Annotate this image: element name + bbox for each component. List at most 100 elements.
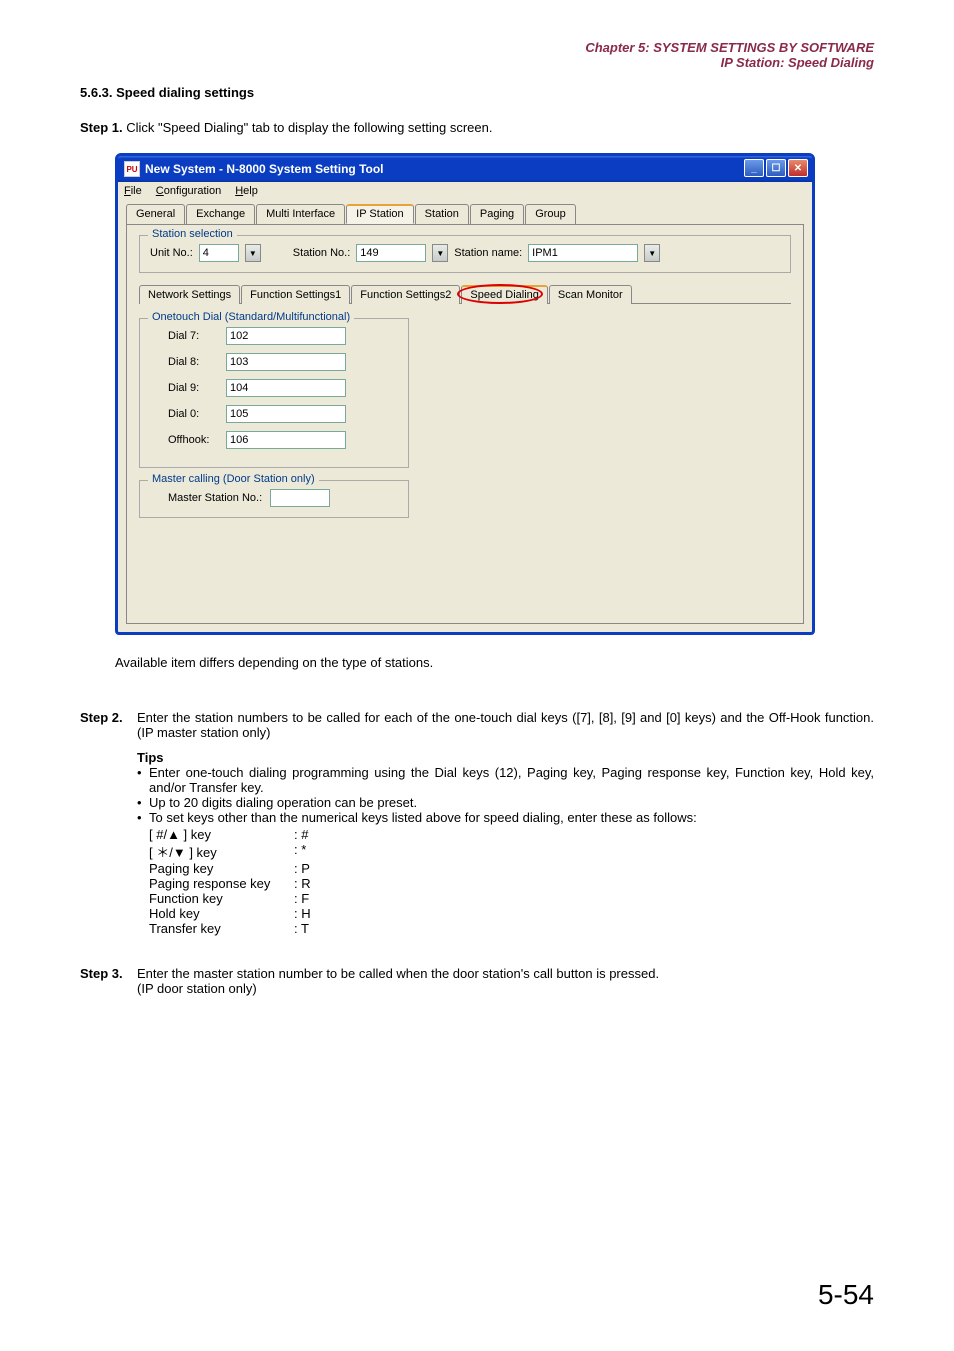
subtab-scanmonitor[interactable]: Scan Monitor [549,285,632,304]
dial8-row: Dial 8: [150,353,398,371]
station-name-input[interactable] [528,244,638,262]
tips-list: •Enter one-touch dialing programming usi… [137,765,874,825]
unit-no-input[interactable] [199,244,239,262]
dial8-input[interactable] [226,353,346,371]
tabpanel-ipstation: Station selection Unit No.: ▼ Station No… [126,224,804,624]
sub-tabstrip: Network Settings Function Settings1 Func… [139,285,791,304]
main-tabstrip: General Exchange Multi Interface IP Stat… [126,204,804,224]
onetouch-legend: Onetouch Dial (Standard/Multifunctional) [148,311,354,323]
masterstation-label: Master Station No.: [168,492,262,504]
dial7-row: Dial 7: [150,327,398,345]
dial7-label: Dial 7: [168,330,216,342]
mastercalling-fieldset: Master calling (Door Station only) Maste… [139,480,409,518]
tab-multiinterface[interactable]: Multi Interface [256,204,345,224]
tip3: To set keys other than the numerical key… [149,810,697,825]
minimize-button[interactable]: _ [744,159,764,177]
master-row: Master Station No.: [150,489,398,507]
masterstation-input[interactable] [270,489,330,507]
station-selection-row: Unit No.: ▼ Station No.: ▼ Station name:… [150,244,780,262]
bullet-icon: • [137,810,149,825]
mastercalling-legend: Master calling (Door Station only) [148,473,319,485]
key-name: [ ＊/▼ ] key [149,842,294,861]
dial0-row: Dial 0: [150,405,398,423]
key-val: : T [294,921,309,936]
station-selection-fieldset: Station selection Unit No.: ▼ Station No… [139,235,791,273]
key-val: : F [294,891,309,906]
subtab-function2[interactable]: Function Settings2 [351,285,460,304]
step3-line1: Enter the master station number to be ca… [137,966,659,981]
app-window: PU New System - N-8000 System Setting To… [115,153,815,635]
step2: Step 2. Enter the station numbers to be … [80,710,874,936]
key-name: Function key [149,891,294,906]
dial0-input[interactable] [226,405,346,423]
menubar: File Configuration Help [118,182,812,200]
tab-exchange[interactable]: Exchange [186,204,255,224]
subtab-network[interactable]: Network Settings [139,285,240,304]
dial9-label: Dial 9: [168,382,216,394]
dial9-input[interactable] [226,379,346,397]
key-val: : P [294,861,310,876]
speeddialing-panel: Onetouch Dial (Standard/Multifunctional)… [139,303,791,518]
maximize-button[interactable]: ☐ [766,159,786,177]
step2-label: Step 2. [80,710,137,740]
step3: Step 3. Enter the master station number … [80,966,874,996]
key-name: Transfer key [149,921,294,936]
station-selection-legend: Station selection [148,228,237,240]
step1-label: Step 1. [80,120,123,135]
tab-station[interactable]: Station [415,204,469,224]
close-button[interactable]: ✕ [788,159,808,177]
page-number: 5-54 [818,1279,874,1311]
available-note: Available item differs depending on the … [115,655,874,670]
step1: Step 1. Click "Speed Dialing" tab to dis… [80,120,874,135]
menu-file[interactable]: File [124,185,142,197]
tab-general[interactable]: General [126,204,185,224]
onetouch-fieldset: Onetouch Dial (Standard/Multifunctional)… [139,318,409,468]
window-title: New System - N-8000 System Setting Tool [145,162,384,176]
window-controls: _ ☐ ✕ [744,159,808,177]
step3-label: Step 3. [80,966,137,996]
unit-no-dropdown[interactable]: ▼ [245,244,261,262]
tip2: Up to 20 digits dialing operation can be… [149,795,417,810]
section-heading: 5.6.3. Speed dialing settings [80,85,874,100]
offhook-input[interactable] [226,431,346,449]
subtab-speeddialing[interactable]: Speed Dialing [461,285,548,304]
tab-paging[interactable]: Paging [470,204,524,224]
station-name-dropdown[interactable]: ▼ [644,244,660,262]
chapter-line2: IP Station: Speed Dialing [80,55,874,70]
menu-configuration[interactable]: Configuration [156,185,221,197]
tips-heading: Tips [137,750,874,765]
key-name: Hold key [149,906,294,921]
tab-ipstation[interactable]: IP Station [346,204,414,224]
step3-line2: (IP door station only) [137,981,659,996]
unit-no-label: Unit No.: [150,247,193,259]
key-name: Paging key [149,861,294,876]
station-no-label: Station No.: [293,247,350,259]
dial7-input[interactable] [226,327,346,345]
step2-text: Enter the station numbers to be called f… [137,710,874,740]
step1-text: Click "Speed Dialing" tab to display the… [126,120,492,135]
station-name-label: Station name: [454,247,522,259]
tip1: Enter one-touch dialing programming usin… [149,765,874,795]
chapter-line1: Chapter 5: SYSTEM SETTINGS BY SOFTWARE [80,40,874,55]
dial8-label: Dial 8: [168,356,216,368]
key-name: [ #/▲ ] key [149,827,294,842]
offhook-row: Offhook: [150,431,398,449]
dial0-label: Dial 0: [168,408,216,420]
bullet-icon: • [137,765,149,780]
key-name: Paging response key [149,876,294,891]
station-no-dropdown[interactable]: ▼ [432,244,448,262]
titlebar: PU New System - N-8000 System Setting To… [118,156,812,182]
key-table: [ #/▲ ] key: # [ ＊/▼ ] key: * Paging key… [149,827,874,936]
station-no-input[interactable] [356,244,426,262]
chapter-header: Chapter 5: SYSTEM SETTINGS BY SOFTWARE I… [80,40,874,70]
bullet-icon: • [137,795,149,810]
menu-help[interactable]: Help [235,185,258,197]
app-icon: PU [124,161,140,177]
dial9-row: Dial 9: [150,379,398,397]
offhook-label: Offhook: [168,434,216,446]
key-val: : H [294,906,311,921]
subtab-function1[interactable]: Function Settings1 [241,285,350,304]
key-val: : * [294,842,306,861]
tab-group[interactable]: Group [525,204,576,224]
key-val: : R [294,876,311,891]
